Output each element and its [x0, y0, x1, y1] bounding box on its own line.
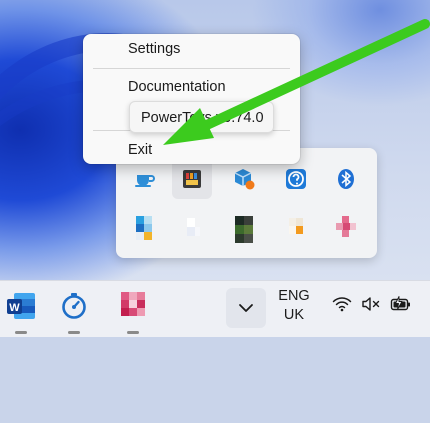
wallpaper-swirl — [279, 0, 430, 133]
help-icon[interactable] — [276, 159, 316, 199]
wifi-icon[interactable] — [328, 290, 356, 318]
blurred-app-icon[interactable] — [112, 285, 154, 334]
running-indicator — [127, 331, 139, 334]
menu-item-documentation[interactable]: Documentation — [128, 75, 226, 99]
running-indicator — [15, 331, 27, 334]
blurred-app-icon-1[interactable] — [125, 210, 165, 250]
powertoys-icon[interactable] — [172, 159, 212, 199]
blurred-app-icon-5[interactable] — [326, 210, 366, 250]
show-hidden-icons-button[interactable] — [226, 288, 266, 328]
package-update-icon[interactable] — [224, 159, 264, 199]
tray-context-menu: Settings Documentation Exit — [83, 34, 300, 164]
language-code: ENG — [278, 288, 310, 304]
version-tooltip: PowerToys v0.74.0 — [129, 101, 274, 133]
speaker-muted-icon[interactable] — [357, 290, 385, 318]
bluetooth-icon[interactable] — [326, 159, 366, 199]
language-indicator[interactable]: ENG UK — [274, 287, 314, 325]
menu-separator — [93, 68, 290, 69]
tray-overflow-flyout — [116, 148, 377, 258]
timer-app-icon[interactable] — [53, 285, 95, 334]
word-icon[interactable]: W — [0, 285, 42, 334]
svg-text:W: W — [9, 302, 20, 314]
keyboard-layout: UK — [283, 307, 305, 323]
chevron-down-icon — [239, 304, 253, 312]
battery-charging-icon[interactable] — [387, 290, 415, 318]
blurred-app-icon-2[interactable] — [172, 210, 212, 250]
coffee-cup-icon[interactable] — [125, 159, 165, 199]
menu-item-settings[interactable]: Settings — [128, 37, 180, 61]
blurred-app-icon-4[interactable] — [276, 210, 316, 250]
blurred-app-icon-3[interactable] — [224, 210, 264, 250]
running-indicator — [68, 331, 80, 334]
menu-item-exit[interactable]: Exit — [128, 138, 152, 162]
